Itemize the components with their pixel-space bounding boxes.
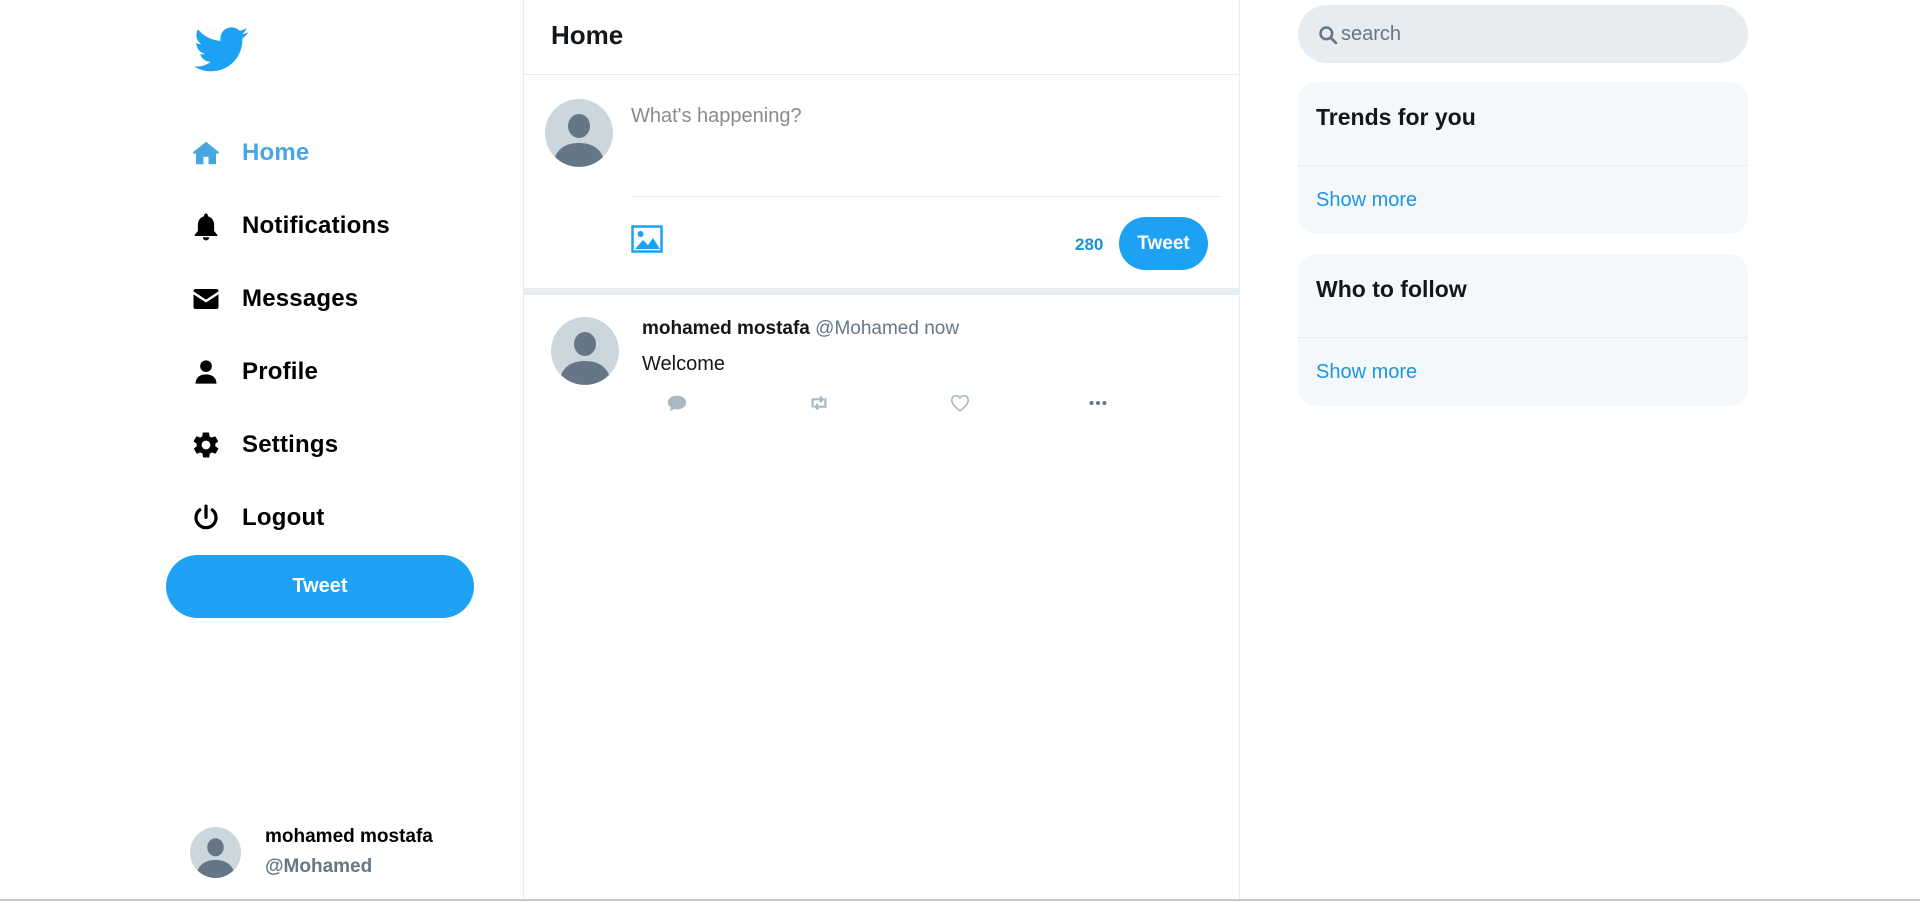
- home-icon: [190, 137, 222, 169]
- tweet-author-handle: @Mohamed: [815, 318, 919, 339]
- who-to-follow-card: Who to follow Show more: [1298, 254, 1748, 406]
- retweet-icon[interactable]: [806, 390, 832, 416]
- tweet-composer: 280 Tweet: [524, 75, 1239, 295]
- who-to-follow-title: Who to follow: [1316, 276, 1467, 302]
- search-icon: [1318, 25, 1338, 45]
- search-box[interactable]: [1298, 5, 1748, 63]
- heart-icon[interactable]: [947, 390, 973, 416]
- tweet-text: Welcome: [642, 353, 725, 375]
- sidebar-tweet-button[interactable]: Tweet: [166, 555, 474, 618]
- image-icon[interactable]: [631, 225, 663, 253]
- trends-show-more-link[interactable]: Show more: [1316, 189, 1417, 211]
- tweet-actions: [664, 390, 1124, 418]
- nav-item-settings[interactable]: Settings: [190, 408, 390, 481]
- nav-item-home[interactable]: Home: [190, 116, 390, 189]
- trends-title: Trends for you: [1316, 104, 1476, 130]
- tweet-timestamp: now: [924, 318, 960, 339]
- main-nav: Home Notifications Messages Profile Sett…: [190, 116, 390, 554]
- trends-header: Trends for you: [1298, 82, 1748, 166]
- who-to-follow-header: Who to follow: [1298, 254, 1748, 338]
- nav-item-messages[interactable]: Messages: [190, 262, 390, 335]
- character-counter: 280: [1075, 235, 1104, 254]
- account-switcher[interactable]: mohamed mostafa @Mohamed: [190, 826, 433, 878]
- page-title: Home: [551, 20, 624, 50]
- tweet-author-name[interactable]: mohamed mostafa: [642, 318, 810, 339]
- trends-card: Trends for you Show more: [1298, 82, 1748, 234]
- nav-item-profile[interactable]: Profile: [190, 335, 390, 408]
- nav-label-messages: Messages: [242, 284, 359, 312]
- bell-icon: [190, 210, 222, 242]
- avatar: [545, 99, 613, 167]
- nav-label-settings: Settings: [242, 430, 339, 458]
- nav-label-profile: Profile: [242, 357, 319, 385]
- nav-label-notifications: Notifications: [242, 211, 390, 239]
- tweet-item[interactable]: mohamed mostafa @Mohamed now Welcome: [524, 295, 1239, 445]
- main-feed: Home 280 Tweet mohamed mostafa @Mohamed …: [524, 0, 1240, 901]
- account-handle: @Mohamed: [265, 856, 373, 877]
- user-icon: [190, 356, 222, 388]
- account-name: mohamed mostafa: [265, 826, 433, 847]
- avatar[interactable]: [551, 317, 619, 385]
- envelope-icon: [190, 283, 222, 315]
- nav-label-home: Home: [242, 138, 310, 166]
- tweet-header: mohamed mostafa @Mohamed now: [642, 318, 959, 340]
- search-input[interactable]: [1341, 5, 1731, 63]
- reply-icon[interactable]: [664, 390, 690, 416]
- gear-icon: [190, 429, 222, 461]
- who-to-follow-show-more-link[interactable]: Show more: [1316, 361, 1417, 383]
- twitter-bird-icon[interactable]: [191, 22, 253, 76]
- composer-tweet-button[interactable]: Tweet: [1119, 217, 1208, 270]
- nav-item-notifications[interactable]: Notifications: [190, 189, 390, 262]
- trends-footer: Show more: [1298, 166, 1748, 234]
- power-icon: [190, 502, 222, 534]
- feed-header: Home: [524, 0, 1239, 75]
- who-to-follow-footer: Show more: [1298, 338, 1748, 406]
- more-options-icon[interactable]: [1085, 390, 1111, 416]
- tweet-input[interactable]: [631, 105, 1221, 197]
- nav-label-logout: Logout: [242, 503, 325, 531]
- avatar: [190, 826, 241, 878]
- nav-item-logout[interactable]: Logout: [190, 481, 390, 554]
- left-sidebar: Home Notifications Messages Profile Sett…: [0, 0, 524, 901]
